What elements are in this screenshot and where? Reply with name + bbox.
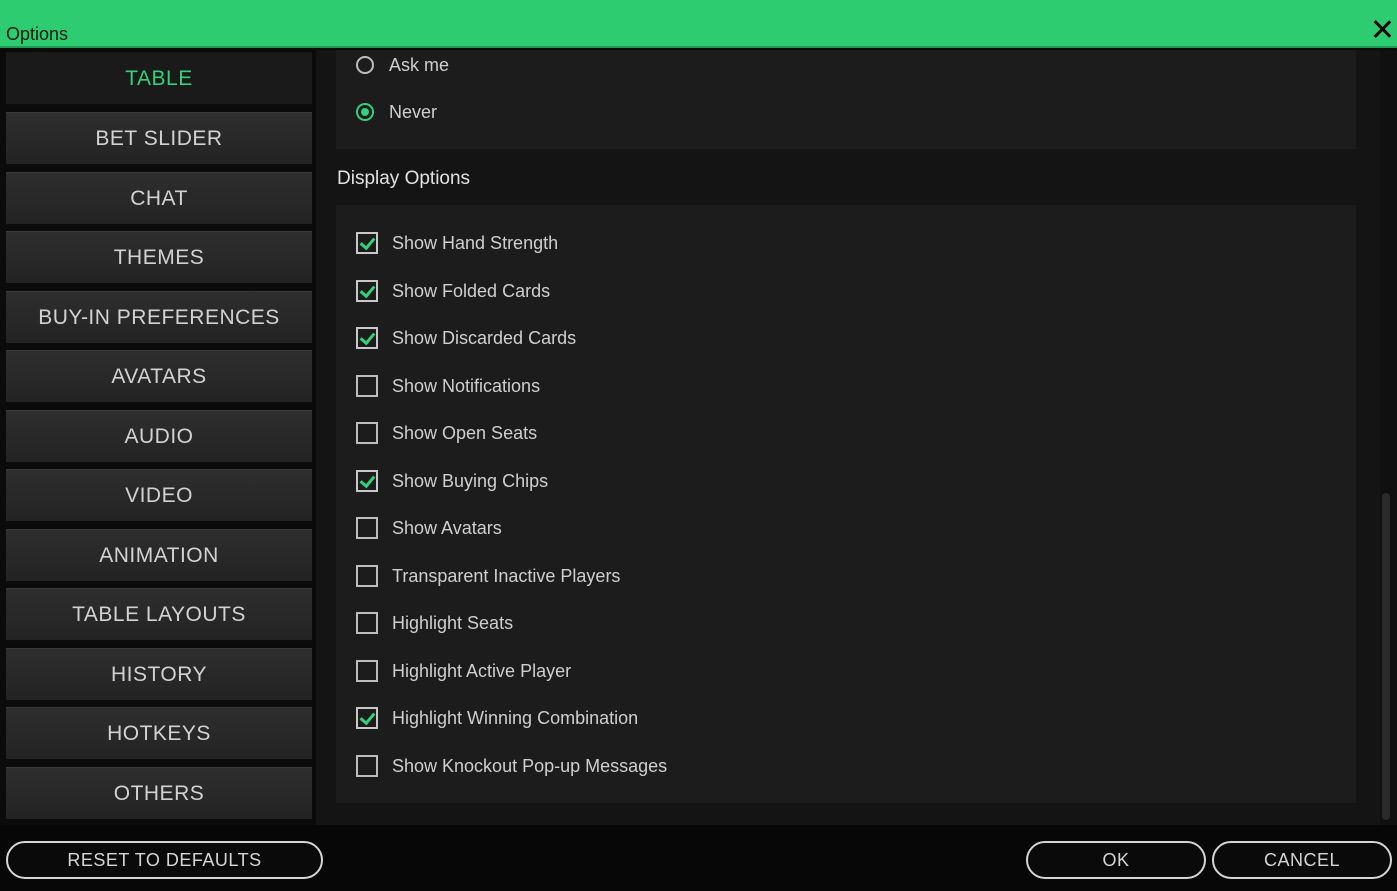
checkbox-label: Show Hand Strength bbox=[392, 232, 559, 253]
checkbox-show-discarded-cards[interactable]: Show Discarded Cards bbox=[356, 325, 576, 351]
checkbox-label: Show Knockout Pop-up Messages bbox=[392, 755, 668, 776]
content-scrollbar[interactable] bbox=[1380, 50, 1397, 825]
checkbox-unchecked-icon bbox=[356, 612, 378, 634]
window-title: Options bbox=[6, 24, 69, 44]
checkbox-show-notifications[interactable]: Show Notifications bbox=[356, 373, 540, 399]
sidebar-item-chat[interactable]: CHAT bbox=[6, 172, 312, 226]
ok-button-label: OK bbox=[1102, 849, 1130, 870]
sidebar-item-others[interactable]: OTHERS bbox=[6, 767, 312, 821]
checkbox-label: Show Avatars bbox=[392, 517, 502, 538]
checkbox-checked-icon bbox=[356, 280, 378, 302]
sidebar-item-label: OTHERS bbox=[113, 781, 205, 805]
footer-bar: RESET TO DEFAULTS OK CANCEL bbox=[0, 825, 1397, 891]
ok-button[interactable]: OK bbox=[1026, 841, 1206, 879]
reset-button-label: RESET TO DEFAULTS bbox=[67, 849, 262, 870]
sidebar-item-label: VIDEO bbox=[125, 483, 193, 507]
checkbox-highlight-seats[interactable]: Highlight Seats bbox=[356, 610, 513, 636]
scrollbar-thumb[interactable] bbox=[1382, 493, 1390, 820]
checkbox-checked-icon bbox=[356, 470, 378, 492]
checkbox-unchecked-icon bbox=[356, 375, 378, 397]
checkbox-label: Show Notifications bbox=[392, 375, 541, 396]
sidebar-item-bet-slider[interactable]: BET SLIDER bbox=[6, 112, 312, 166]
close-icon[interactable] bbox=[1369, 17, 1395, 43]
sidebar-item-label: AUDIO bbox=[124, 424, 194, 448]
checkbox-unchecked-icon bbox=[356, 660, 378, 682]
radio-ask-me[interactable]: Ask me bbox=[356, 52, 449, 78]
sidebar-item-table-layouts[interactable]: TABLE LAYOUTS bbox=[6, 588, 312, 642]
sidebar-item-label: TABLE LAYOUTS bbox=[72, 602, 246, 626]
checkbox-label: Highlight Active Player bbox=[392, 660, 572, 681]
sidebar-item-history[interactable]: HISTORY bbox=[6, 648, 312, 702]
options-content: Ask me Never Display Options Show Hand S… bbox=[316, 50, 1383, 825]
checkbox-checked-icon bbox=[356, 232, 378, 254]
display-options-title: Display Options bbox=[337, 168, 471, 189]
checkbox-show-avatars[interactable]: Show Avatars bbox=[356, 515, 502, 541]
checkbox-label: Show Discarded Cards bbox=[392, 327, 577, 348]
sidebar-item-label: HISTORY bbox=[110, 662, 208, 686]
checkbox-show-buying-chips[interactable]: Show Buying Chips bbox=[356, 468, 548, 494]
checkbox-unchecked-icon bbox=[356, 565, 378, 587]
checkbox-label: Transparent Inactive Players bbox=[392, 565, 621, 586]
sidebar-item-label: AVATARS bbox=[111, 364, 207, 388]
sidebar-item-label: BET SLIDER bbox=[95, 126, 223, 150]
options-sidebar: TABLE BET SLIDER CHAT THEMES BUY-IN PREF… bbox=[0, 50, 316, 825]
sidebar-item-label: TABLE bbox=[125, 66, 193, 90]
checkbox-show-folded-cards[interactable]: Show Folded Cards bbox=[356, 278, 550, 304]
checkbox-label: Show Folded Cards bbox=[392, 280, 551, 301]
cancel-button-label: CANCEL bbox=[1263, 849, 1341, 870]
radio-button-selected-icon bbox=[356, 103, 374, 121]
checkbox-label: Highlight Seats bbox=[392, 612, 514, 633]
radio-button-icon bbox=[356, 56, 374, 74]
radio-label: Never bbox=[389, 101, 438, 122]
sidebar-item-avatars[interactable]: AVATARS bbox=[6, 350, 312, 404]
checkbox-transparent-inactive-players[interactable]: Transparent Inactive Players bbox=[356, 563, 620, 589]
checkbox-show-knockout-popup-messages[interactable]: Show Knockout Pop-up Messages bbox=[356, 753, 667, 779]
checkbox-show-hand-strength[interactable]: Show Hand Strength bbox=[356, 230, 558, 256]
checkbox-highlight-winning-combination[interactable]: Highlight Winning Combination bbox=[356, 705, 638, 731]
sidebar-item-label: THEMES bbox=[113, 245, 205, 269]
checkbox-checked-icon bbox=[356, 707, 378, 729]
checkbox-highlight-active-player[interactable]: Highlight Active Player bbox=[356, 658, 571, 684]
checkbox-unchecked-icon bbox=[356, 517, 378, 539]
sidebar-item-table[interactable]: TABLE bbox=[6, 52, 312, 106]
reset-to-defaults-button[interactable]: RESET TO DEFAULTS bbox=[6, 841, 323, 879]
radio-never[interactable]: Never bbox=[356, 99, 437, 125]
title-bar: Options bbox=[0, 0, 1397, 48]
sidebar-item-label: ANIMATION bbox=[99, 543, 219, 567]
sidebar-item-video[interactable]: VIDEO bbox=[6, 469, 312, 523]
sidebar-item-buy-in-preferences[interactable]: BUY-IN PREFERENCES bbox=[6, 291, 312, 345]
checkbox-label: Show Open Seats bbox=[392, 422, 538, 443]
checkbox-show-open-seats[interactable]: Show Open Seats bbox=[356, 420, 537, 446]
checkbox-label: Show Buying Chips bbox=[392, 470, 549, 491]
checkbox-unchecked-icon bbox=[356, 422, 378, 444]
sidebar-item-label: HOTKEYS bbox=[107, 721, 211, 745]
sidebar-item-label: BUY-IN PREFERENCES bbox=[38, 305, 280, 329]
sidebar-item-hotkeys[interactable]: HOTKEYS bbox=[6, 707, 312, 761]
checkbox-checked-icon bbox=[356, 327, 378, 349]
checkbox-label: Highlight Winning Combination bbox=[392, 707, 639, 728]
options-window: Options TABLE BET SLIDER CHAT THEMES BUY… bbox=[0, 0, 1397, 891]
sidebar-item-themes[interactable]: THEMES bbox=[6, 231, 312, 285]
radio-panel bbox=[336, 50, 1356, 149]
checkbox-unchecked-icon bbox=[356, 755, 378, 777]
cancel-button[interactable]: CANCEL bbox=[1212, 841, 1392, 879]
sidebar-item-label: CHAT bbox=[130, 186, 188, 210]
sidebar-item-animation[interactable]: ANIMATION bbox=[6, 529, 312, 583]
sidebar-item-audio[interactable]: AUDIO bbox=[6, 410, 312, 464]
radio-label: Ask me bbox=[389, 54, 450, 75]
